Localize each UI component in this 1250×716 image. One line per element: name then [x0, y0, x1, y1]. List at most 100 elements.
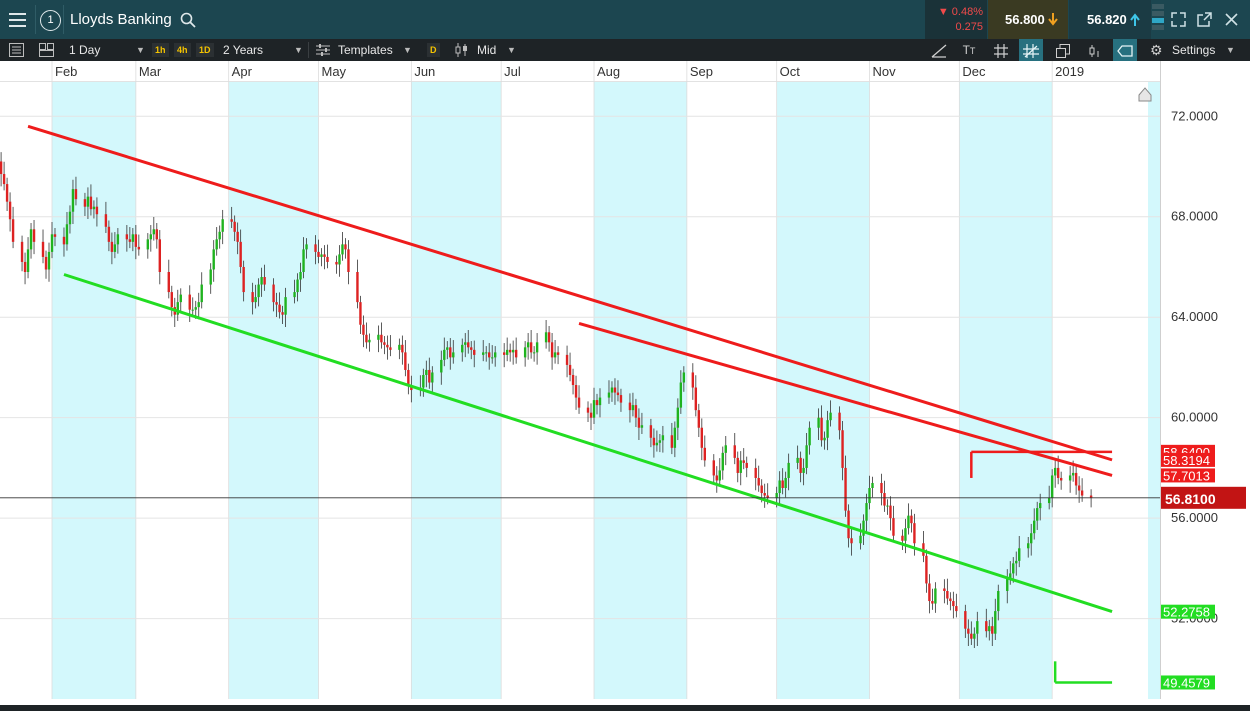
- grid-icon[interactable]: [989, 39, 1013, 61]
- duplicate-icon[interactable]: [1051, 39, 1075, 61]
- candle-body: [53, 234, 57, 237]
- sell-price-button[interactable]: 56.800: [988, 0, 1068, 39]
- price-label-icon[interactable]: [1113, 39, 1137, 61]
- candle-body: [577, 397, 581, 408]
- candle-body: [188, 294, 191, 310]
- candle-body: [967, 628, 970, 634]
- settings-button[interactable]: ⚙ Settings ▼: [1148, 39, 1243, 61]
- candle-body: [257, 284, 260, 298]
- candle-body: [5, 184, 9, 202]
- candle-body: [278, 304, 281, 313]
- candle-body: [820, 417, 823, 441]
- chart-canvas[interactable]: Feb Mar Apr May Jun Jul Aug Sep Oct Nov Dec 2019 72…: [0, 61, 1250, 711]
- current-price-tag-label: 56.8100: [1165, 491, 1216, 507]
- buy-price: 56.820: [1087, 12, 1127, 27]
- text-tool-icon[interactable]: TT: [957, 39, 981, 61]
- candle-body: [661, 435, 665, 441]
- list-icon[interactable]: [9, 43, 24, 57]
- price-change-percent: ▼ 0.48%: [937, 6, 983, 18]
- price-tag-label: 49.4579: [1163, 675, 1210, 690]
- price-type-select[interactable]: Mid: [477, 39, 496, 61]
- candle-body: [338, 254, 341, 265]
- month-label: Feb: [55, 64, 77, 79]
- month-label: Aug: [597, 64, 620, 79]
- candle-body: [673, 427, 677, 448]
- candle-body: [907, 515, 910, 529]
- candle-body: [526, 342, 530, 348]
- instrument-name[interactable]: Lloyds Banking: [70, 0, 172, 39]
- candle-body: [808, 427, 811, 446]
- candle-body: [110, 241, 114, 252]
- candle-body: [362, 324, 365, 335]
- templates-icon[interactable]: [316, 44, 330, 56]
- candle-body: [826, 420, 829, 438]
- menu-button[interactable]: [0, 0, 35, 39]
- candle-body: [799, 457, 802, 473]
- candle-body: [970, 633, 973, 639]
- candle-body: [1027, 543, 1030, 549]
- candle-body: [655, 442, 659, 446]
- search-icon[interactable]: [180, 12, 196, 28]
- candle-body: [155, 229, 159, 240]
- candle-body: [464, 342, 467, 345]
- candle-body: [568, 364, 572, 375]
- candle-body: [1077, 485, 1081, 491]
- chevron-down-icon[interactable]: ▼: [507, 39, 516, 61]
- month-bands: [0, 61, 1250, 711]
- chevron-down-icon[interactable]: ▼: [136, 39, 145, 61]
- candle-body: [784, 477, 787, 489]
- crosshair-tool-icon[interactable]: [1019, 39, 1043, 61]
- month-band: [594, 61, 687, 699]
- month-band: [411, 61, 502, 699]
- candle-body: [859, 535, 862, 544]
- chevron-down-icon[interactable]: ▼: [403, 39, 412, 61]
- candle-body: [470, 347, 473, 350]
- timeframe-1h-button[interactable]: 1h: [152, 43, 169, 57]
- candle-body: [640, 425, 644, 428]
- timeframe-1d-button[interactable]: 1D: [196, 43, 214, 57]
- buy-price-button[interactable]: 56.820: [1069, 0, 1151, 39]
- drawing-mode-badge[interactable]: D: [427, 43, 440, 57]
- candle-body: [847, 510, 850, 539]
- candle-body: [1074, 472, 1078, 486]
- candle-body: [997, 590, 1000, 612]
- candle-body: [293, 292, 296, 298]
- candle-body: [724, 445, 727, 453]
- month-label: Mar: [139, 64, 162, 79]
- candle-body: [191, 309, 194, 311]
- gear-icon: ⚙: [1150, 42, 1163, 58]
- popout-icon[interactable]: [1197, 12, 1212, 27]
- interval-select[interactable]: 1 Day: [69, 39, 100, 61]
- settings-label: Settings: [1172, 43, 1216, 57]
- month-label: Apr: [232, 64, 253, 79]
- candlestick-type-icon[interactable]: [455, 43, 470, 57]
- layout-grid-icon[interactable]: [39, 43, 54, 57]
- candle-body: [691, 372, 695, 388]
- candle-body: [131, 234, 135, 242]
- candle-body: [544, 332, 548, 343]
- candle-body: [473, 349, 476, 355]
- indicator-icon[interactable]: [1083, 39, 1107, 61]
- candle-body: [104, 214, 108, 227]
- candle-body: [1035, 508, 1039, 521]
- chevron-down-icon[interactable]: ▼: [294, 39, 303, 61]
- candle-body: [368, 339, 371, 343]
- candle-body: [158, 239, 162, 272]
- expand-icon[interactable]: [1171, 12, 1186, 27]
- depth-bars-icon[interactable]: [1152, 4, 1164, 35]
- templates-menu[interactable]: Templates: [338, 39, 393, 61]
- candle-body: [1038, 503, 1042, 509]
- draw-line-icon[interactable]: [927, 39, 951, 61]
- price-chart[interactable]: Feb Mar Apr May Jun Jul Aug Sep Oct Nov Dec 2019 72…: [0, 61, 1250, 711]
- month-label: Oct: [780, 64, 801, 79]
- layout-number-button[interactable]: 1: [40, 10, 61, 31]
- price-tick-label: 68.0000: [1171, 209, 1218, 224]
- close-icon[interactable]: [1225, 13, 1238, 26]
- candle-body: [913, 523, 916, 544]
- candle-body: [239, 241, 242, 267]
- timeframe-4h-button[interactable]: 4h: [174, 43, 191, 57]
- candle-body: [116, 234, 120, 245]
- range-select[interactable]: 2 Years: [223, 39, 263, 61]
- candle-body: [254, 297, 257, 303]
- candle-body: [383, 342, 386, 345]
